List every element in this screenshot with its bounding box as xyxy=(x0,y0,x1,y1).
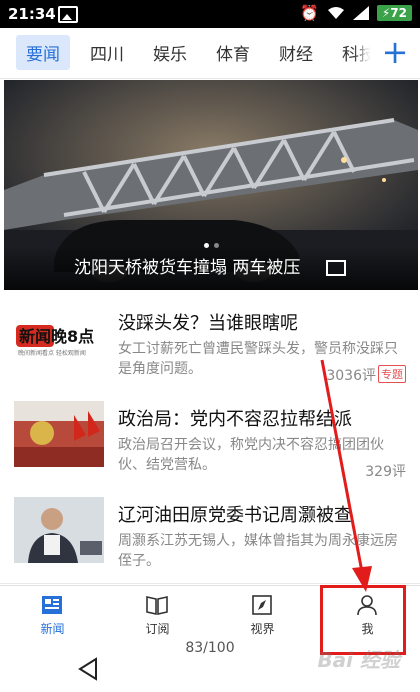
tab-sichuan[interactable]: 四川 xyxy=(90,40,124,65)
compass-icon xyxy=(252,595,272,615)
carousel-dots xyxy=(204,243,219,248)
news-thumbnail xyxy=(14,497,104,563)
svg-text:新闻晚8点: 新闻晚8点 xyxy=(19,327,94,346)
comment-count: 3036评 xyxy=(326,368,376,384)
topic-badge: 专题 xyxy=(378,365,406,383)
newspaper-icon xyxy=(42,596,62,614)
gallery-icon xyxy=(326,260,346,276)
image-notification-icon xyxy=(58,6,78,23)
battery-indicator: ⚡72 xyxy=(376,5,412,21)
hero-banner[interactable]: 沈阳天桥被货车撞塌 两车被压 xyxy=(4,80,418,290)
back-icon[interactable] xyxy=(76,656,100,682)
news-title: 没踩头发？当谁眼瞎呢 xyxy=(118,313,298,334)
status-bar: 21:34 ⏰ ⚡72 xyxy=(0,0,420,28)
news-summary: 周灏系江苏无锡人，媒体曾指其为周永康远房侄子。 xyxy=(118,533,398,569)
news-item[interactable]: 政治局：党内不容忍拉帮结派 政治局召开会议，称党内决不容忍搞团团伙伙、结党营私。… xyxy=(0,391,420,488)
nav-subscribe[interactable]: 订阅 xyxy=(105,586,210,641)
book-icon xyxy=(146,596,168,615)
wifi-icon xyxy=(327,7,344,19)
news-item[interactable]: 辽河油田原党委书记周灏被查 周灏系江苏无锡人，媒体曾指其为周永康远房侄子。 xyxy=(0,487,420,584)
nav-me[interactable]: 我 xyxy=(315,586,420,641)
carousel-dot xyxy=(214,243,219,248)
news-title: 政治局：党内不容忍拉帮结派 xyxy=(118,409,352,430)
news-thumbnail xyxy=(14,401,104,467)
nav-label: 视界 xyxy=(250,622,275,636)
carousel-dot-active xyxy=(204,243,209,248)
svg-text:晚间新闻看点 轻松观新闻: 晚间新闻看点 轻松观新闻 xyxy=(18,349,86,357)
tab-sports[interactable]: 体育 xyxy=(216,40,250,65)
tab-headlines[interactable]: 要闻 xyxy=(16,35,70,70)
nav-label: 订阅 xyxy=(145,622,170,636)
category-tabs: 要闻 四川 娱乐 体育 财经 科技 + xyxy=(0,28,420,79)
signal-icon xyxy=(352,6,369,20)
alarm-icon: ⏰ xyxy=(300,4,319,22)
bottom-navigation: 新闻 订阅 视界 我 xyxy=(0,585,420,641)
news-title: 辽河油田原党委书记周灏被查 xyxy=(118,505,352,526)
add-channel-button[interactable]: + xyxy=(370,28,420,78)
news-thumbnail: 新闻晚8点 晚间新闻看点 轻松观新闻 xyxy=(14,305,104,371)
nav-news[interactable]: 新闻 xyxy=(0,586,105,641)
news-item[interactable]: 新闻晚8点 晚间新闻看点 轻松观新闻 没踩头发？当谁眼瞎呢 女工讨薪死亡曾遭民警… xyxy=(0,295,420,392)
news-summary: 政治局召开会议，称党内决不容忍搞团团伙伙、结党营私。 xyxy=(118,437,384,473)
person-icon xyxy=(357,595,377,616)
nav-discover[interactable]: 视界 xyxy=(210,586,315,641)
battery-level: 72 xyxy=(390,6,407,20)
comment-count: 329评 xyxy=(365,464,406,480)
nav-label: 新闻 xyxy=(40,622,65,636)
tab-finance[interactable]: 财经 xyxy=(279,40,313,65)
watermark: Bai 经验 xyxy=(317,648,400,672)
status-time: 21:34 xyxy=(8,5,56,23)
nav-label: 我 xyxy=(361,622,374,636)
hero-caption: 沈阳天桥被货车撞塌 两车被压 xyxy=(74,258,301,278)
tab-entertainment[interactable]: 娱乐 xyxy=(153,40,187,65)
